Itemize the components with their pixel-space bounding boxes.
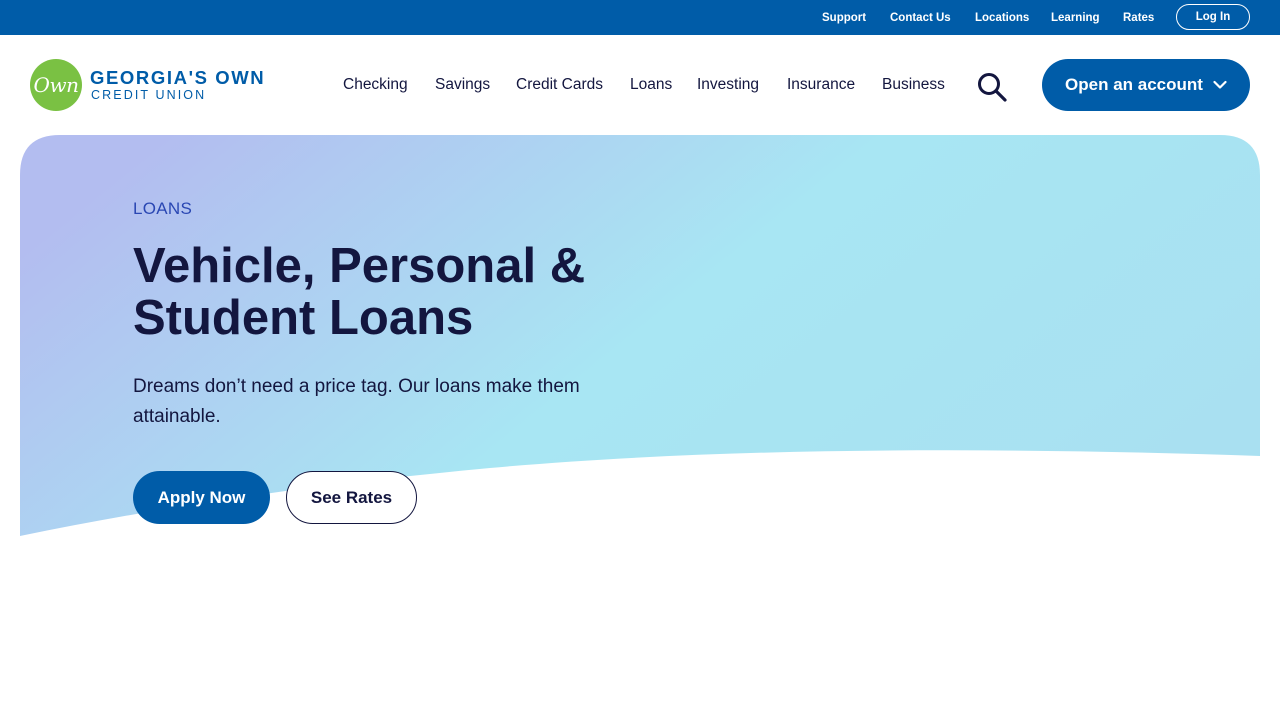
nav-item-business[interactable]: Business [882, 76, 945, 94]
rates-link[interactable]: Rates [1123, 12, 1154, 24]
logo-mark: Own [30, 59, 82, 111]
open-account-label: Open an account [1065, 75, 1203, 94]
hero-subtitle: Dreams don’t need a price tag. Our loans… [133, 376, 580, 427]
logo-mark-text: Own [33, 73, 79, 97]
login-button[interactable]: Log In [1176, 4, 1250, 30]
nav-item-insurance[interactable]: Insurance [787, 76, 855, 94]
contact-us-link[interactable]: Contact Us [890, 12, 951, 24]
nav-item-loans[interactable]: Loans [630, 76, 672, 94]
locations-link[interactable]: Locations [975, 12, 1029, 24]
open-account-button[interactable]: Open an account [1042, 59, 1250, 111]
logo[interactable]: Own GEORGIA'S OWN CREDIT UNION [30, 58, 280, 112]
site-header: Own GEORGIA'S OWN CREDIT UNION Checking … [0, 35, 1280, 135]
logo-tagline: CREDIT UNION [91, 88, 207, 102]
hero-banner: LOANS Vehicle, Personal & Student Loans … [20, 135, 1260, 537]
hero-eyebrow: LOANS [133, 199, 193, 218]
apply-now-button[interactable]: Apply Now [133, 471, 270, 524]
logo-name: GEORGIA'S OWN [90, 67, 266, 88]
hero-title: Vehicle, Personal & Student Loans [133, 239, 586, 345]
support-link[interactable]: Support [822, 12, 866, 24]
see-rates-button[interactable]: See Rates [286, 471, 417, 524]
utility-bar: Support Contact Us Locations Learning Ra… [0, 0, 1280, 35]
nav-item-investing[interactable]: Investing [697, 76, 759, 94]
nav-item-checking[interactable]: Checking [343, 76, 408, 94]
learning-link[interactable]: Learning [1051, 12, 1100, 24]
nav-item-savings[interactable]: Savings [435, 76, 490, 94]
nav-item-credit-cards[interactable]: Credit Cards [516, 76, 603, 94]
search-icon[interactable] [977, 72, 1007, 102]
chevron-down-icon [1213, 80, 1227, 89]
